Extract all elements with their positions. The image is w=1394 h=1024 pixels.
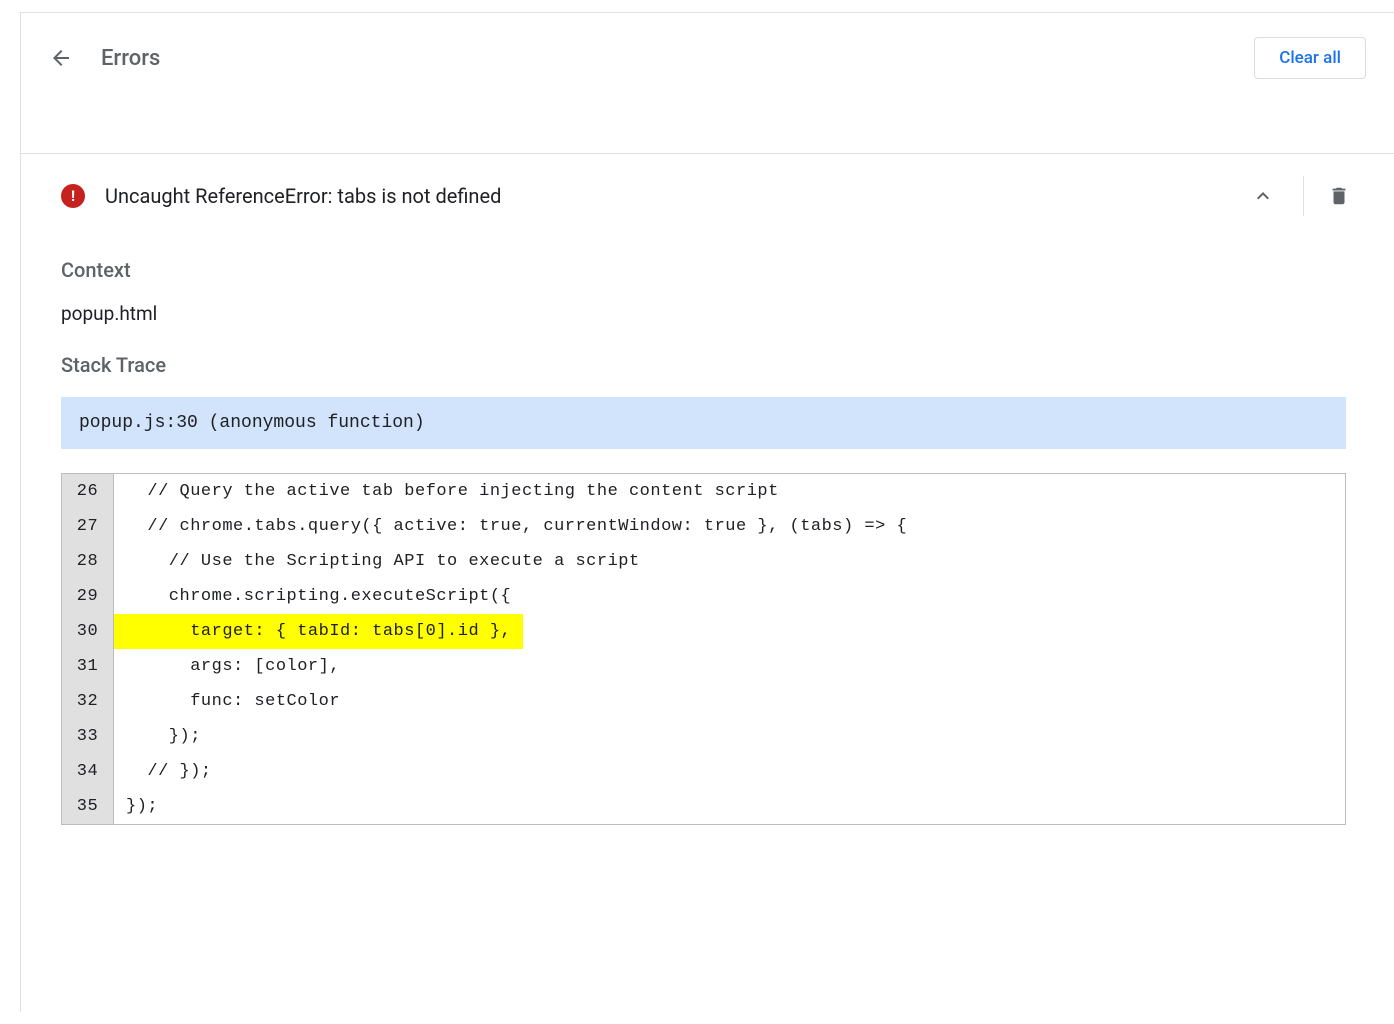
code-content: }); [114, 789, 1345, 824]
back-button[interactable] [41, 38, 81, 78]
line-number: 31 [62, 649, 114, 684]
code-content: // Query the active tab before injecting… [114, 474, 1345, 509]
code-row: 31 args: [color], [62, 649, 1345, 684]
code-row: 33 }); [62, 719, 1345, 754]
line-number: 27 [62, 509, 114, 544]
line-number: 34 [62, 754, 114, 789]
line-number: 33 [62, 719, 114, 754]
line-number: 29 [62, 579, 114, 614]
line-number: 28 [62, 544, 114, 579]
code-row: 26 // Query the active tab before inject… [62, 474, 1345, 509]
code-row: 27 // chrome.tabs.query({ active: true, … [62, 509, 1345, 544]
context-heading: Context [61, 258, 1346, 282]
divider [1303, 176, 1304, 216]
code-row: 29 chrome.scripting.executeScript({ [62, 579, 1345, 614]
line-number: 32 [62, 684, 114, 719]
context-value: popup.html [61, 302, 1346, 325]
stack-location[interactable]: popup.js:30 (anonymous function) [61, 397, 1346, 449]
error-section: ! Uncaught ReferenceError: tabs is not d… [21, 153, 1394, 845]
error-icon: ! [61, 184, 85, 208]
header-left: Errors [41, 38, 160, 78]
line-number: 30 [62, 614, 114, 649]
code-content: // chrome.tabs.query({ active: true, cur… [114, 509, 1345, 544]
header: Errors Clear all [21, 13, 1394, 103]
code-row: 30 target: { tabId: tabs[0].id }, [62, 614, 1345, 649]
delete-button[interactable] [1312, 173, 1366, 219]
collapse-button[interactable] [1231, 172, 1295, 220]
code-row: 28 // Use the Scripting API to execute a… [62, 544, 1345, 579]
code-block: 26 // Query the active tab before inject… [61, 473, 1346, 825]
code-content: // }); [114, 754, 1345, 789]
stack-trace-heading: Stack Trace [61, 353, 1346, 377]
chevron-up-icon [1251, 184, 1275, 208]
error-actions [1231, 172, 1366, 220]
code-content: args: [color], [114, 649, 1345, 684]
code-row: 32 func: setColor [62, 684, 1345, 719]
trash-icon [1328, 185, 1350, 207]
page-title: Errors [101, 46, 160, 71]
code-content: }); [114, 719, 1345, 754]
code-content: target: { tabId: tabs[0].id }, [114, 614, 1345, 649]
error-header: ! Uncaught ReferenceError: tabs is not d… [21, 154, 1394, 238]
arrow-left-icon [49, 46, 73, 70]
error-icon-symbol: ! [71, 187, 75, 205]
error-body: Context popup.html Stack Trace popup.js:… [21, 238, 1394, 845]
code-content: // Use the Scripting API to execute a sc… [114, 544, 1345, 579]
code-content: func: setColor [114, 684, 1345, 719]
code-content: chrome.scripting.executeScript({ [114, 579, 1345, 614]
clear-all-button[interactable]: Clear all [1254, 37, 1366, 79]
code-row: 35}); [62, 789, 1345, 824]
code-row: 34 // }); [62, 754, 1345, 789]
errors-panel: Errors Clear all ! Uncaught ReferenceErr… [20, 12, 1394, 1012]
highlighted-code: target: { tabId: tabs[0].id }, [114, 614, 523, 649]
line-number: 35 [62, 789, 114, 824]
error-message: Uncaught ReferenceError: tabs is not def… [105, 184, 1231, 208]
line-number: 26 [62, 474, 114, 509]
